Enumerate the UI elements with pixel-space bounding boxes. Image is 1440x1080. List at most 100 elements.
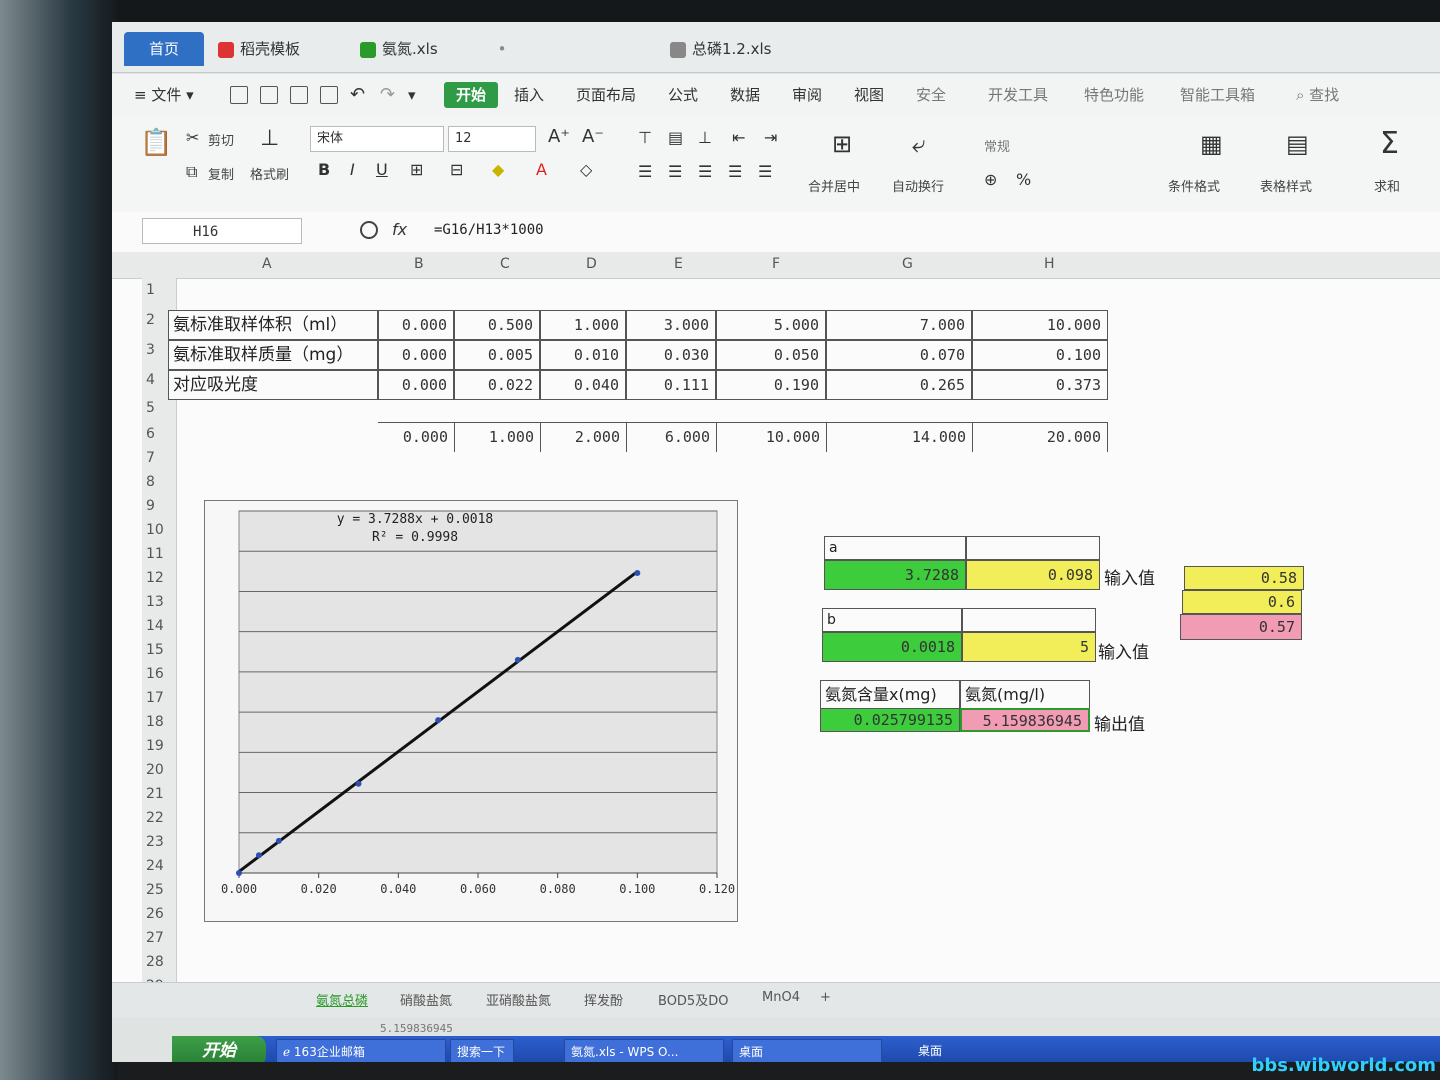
row-header[interactable]: 25 [146, 882, 164, 898]
table-cell[interactable]: 10.000 [972, 310, 1108, 340]
row-header[interactable]: 23 [146, 834, 164, 850]
export-pdf-icon[interactable] [260, 86, 278, 104]
row-header[interactable]: 10 [146, 522, 164, 538]
borders-icon[interactable]: ⊞ [410, 160, 423, 179]
col-header[interactable]: C [500, 256, 510, 272]
table-cell[interactable]: 1.000 [454, 422, 540, 452]
row-header[interactable]: 2 [146, 312, 155, 328]
row-header[interactable]: 16 [146, 666, 164, 682]
row-header[interactable]: 11 [146, 546, 164, 562]
font-color-icon[interactable]: A [536, 160, 547, 179]
row-header[interactable]: 24 [146, 858, 164, 874]
row-header[interactable]: 27 [146, 930, 164, 946]
menu-smart-tools[interactable]: 智能工具箱 [1180, 82, 1255, 108]
row-header[interactable]: 5 [146, 400, 155, 416]
align-left-icon[interactable]: ☰ [638, 162, 652, 181]
row-header[interactable]: 15 [146, 642, 164, 658]
menu-formulas[interactable]: 公式 [668, 82, 698, 108]
row-header[interactable]: 21 [146, 786, 164, 802]
menu-view[interactable]: 视图 [854, 82, 884, 108]
table-cell[interactable]: 0.022 [454, 370, 540, 400]
concentration-header[interactable]: 氨氮(mg/l) [960, 680, 1090, 710]
table-cell[interactable]: 5.000 [716, 310, 826, 340]
tab-home[interactable]: 首页 [124, 32, 204, 66]
b-label-blank[interactable] [962, 608, 1096, 632]
row-header[interactable]: 26 [146, 906, 164, 922]
taskbar-item-search[interactable]: 搜索一下 [450, 1039, 514, 1062]
tab-phosphorus-file[interactable]: 总磷1.2.xls [660, 32, 781, 66]
table-cell[interactable]: 0.070 [826, 340, 972, 370]
menu-insert[interactable]: 插入 [514, 82, 544, 108]
menu-home[interactable]: 开始 [444, 82, 499, 108]
side-value-cell[interactable]: 0.57 [1180, 614, 1302, 640]
add-sheet-icon[interactable]: + [820, 990, 831, 1005]
row-header[interactable]: 13 [146, 594, 164, 610]
quick-access-dropdown-icon[interactable]: ▾ [408, 82, 416, 108]
copy-icon[interactable]: ⧉ [186, 162, 197, 182]
col-header[interactable]: G [902, 256, 913, 272]
table-cell[interactable]: 1.000 [540, 310, 626, 340]
align-middle-icon[interactable]: ▤ [668, 128, 683, 147]
row-header[interactable]: 28 [146, 954, 164, 970]
row-header[interactable]: 1 [146, 282, 155, 298]
sheet-tab[interactable]: 氨氮总磷 [316, 990, 368, 1009]
b-label[interactable]: b [822, 608, 962, 632]
indent-decrease-icon[interactable]: ⇤ [732, 128, 745, 147]
format-painter-label[interactable]: 格式刷 [250, 164, 289, 183]
row-header[interactable]: 22 [146, 810, 164, 826]
table-cell[interactable]: 7.000 [826, 310, 972, 340]
col-header[interactable]: F [772, 256, 780, 272]
italic-icon[interactable]: I [350, 160, 355, 179]
row-header[interactable]: 6 [146, 426, 155, 442]
taskbar-item-wps[interactable]: 氨氮.xls - WPS O... [564, 1039, 724, 1062]
format-painter-icon[interactable]: ⊥ [260, 126, 279, 151]
b-value-cell[interactable]: 0.0018 [822, 632, 962, 662]
sum-label[interactable]: 求和 [1374, 176, 1400, 195]
concentration-value-cell[interactable]: 5.159836945 [960, 708, 1090, 732]
sheet-tab[interactable]: BOD5及DO [658, 990, 728, 1009]
wrap-text-label[interactable]: 自动换行 [892, 176, 944, 195]
save-icon[interactable] [230, 86, 248, 104]
label-volume[interactable]: 氨标准取样体积（ml） [168, 310, 378, 340]
table-cell[interactable]: 0.500 [454, 310, 540, 340]
fx-icon[interactable]: fx [392, 220, 407, 239]
row-header[interactable]: 14 [146, 618, 164, 634]
worksheet-grid[interactable]: A B C D E F G H 1 2 3 4 5 6 7 8 9 10 11 … [112, 252, 1440, 994]
calibration-chart[interactable]: 0.000 0.020 0.040 0.060 0.080 0.100 0.120 y = 3… [204, 500, 738, 922]
copy-label[interactable]: 复制 [208, 164, 234, 183]
label-mass[interactable]: 氨标准取样质量（mg） [168, 340, 378, 370]
side-value-cell[interactable]: 0.58 [1184, 566, 1304, 590]
table-cell[interactable]: 0.000 [378, 340, 454, 370]
table-cell[interactable]: 0.000 [378, 422, 454, 452]
undo-icon[interactable]: ↶ [350, 82, 365, 108]
col-header[interactable]: E [674, 256, 683, 272]
wrap-text-icon[interactable]: ⤶ [912, 130, 925, 158]
number-format-select[interactable]: 常规 [984, 136, 1010, 155]
conditional-format-icon[interactable]: ▦ [1200, 130, 1223, 158]
row-header[interactable]: 19 [146, 738, 164, 754]
b-input-cell[interactable]: 5 [962, 632, 1096, 662]
row-header[interactable]: 17 [146, 690, 164, 706]
table-cell[interactable]: 14.000 [826, 422, 972, 452]
table-cell[interactable]: 6.000 [626, 422, 716, 452]
table-cell[interactable]: 0.005 [454, 340, 540, 370]
table-cell[interactable]: 0.000 [378, 310, 454, 340]
x-value-cell[interactable]: 0.025799135 [820, 708, 960, 732]
row-header[interactable]: 8 [146, 474, 155, 490]
align-right-icon[interactable]: ☰ [698, 162, 712, 181]
table-cell[interactable]: 10.000 [716, 422, 826, 452]
print-icon[interactable] [290, 86, 308, 104]
table-cell[interactable]: 0.373 [972, 370, 1108, 400]
menu-features[interactable]: 特色功能 [1084, 82, 1144, 108]
justify-icon[interactable]: ☰ [728, 162, 742, 181]
table-cell[interactable]: 0.010 [540, 340, 626, 370]
menu-page-layout[interactable]: 页面布局 [576, 82, 636, 108]
indent-increase-icon[interactable]: ⇥ [764, 128, 777, 147]
menu-security[interactable]: 安全 [916, 82, 946, 108]
a-input-cell[interactable]: 0.098 [966, 560, 1100, 590]
a-label-blank[interactable] [966, 536, 1100, 560]
table-cell[interactable]: 0.111 [626, 370, 716, 400]
currency-icon[interactable]: ⊕ [984, 170, 997, 189]
col-header[interactable]: A [262, 256, 272, 272]
bold-icon[interactable]: B [318, 160, 330, 179]
